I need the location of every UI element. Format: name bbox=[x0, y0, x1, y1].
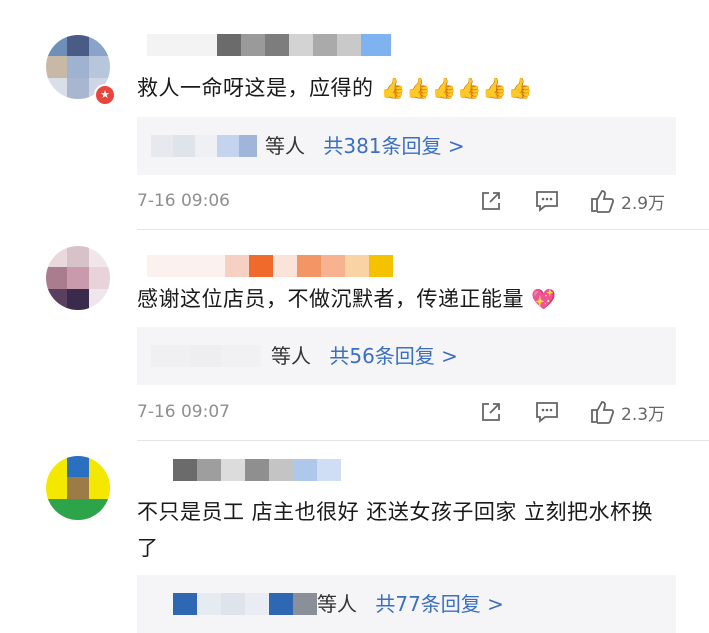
thumbs-up-emoji: 👍👍👍👍👍👍 bbox=[380, 76, 534, 100]
divider bbox=[137, 440, 709, 441]
share-icon bbox=[482, 403, 500, 421]
star-badge-icon: ★ bbox=[94, 84, 116, 106]
reply-summary[interactable]: 等人 共77条回复 > bbox=[137, 575, 676, 633]
replier-names bbox=[151, 345, 261, 367]
view-replies-link[interactable]: 共381条回复 > bbox=[323, 134, 464, 158]
comment-button[interactable] bbox=[534, 188, 560, 214]
comment-time: 7-16 09:06 bbox=[137, 191, 230, 211]
comment-text: 救人一命呀这是，应得的 👍👍👍👍👍👍 bbox=[137, 76, 534, 100]
view-replies-link[interactable]: 共56条回复 > bbox=[329, 344, 458, 368]
comment-text: 感谢这位店员，不做沉默者，传递正能量 💖 bbox=[137, 287, 557, 311]
reply-prefix: 等人 bbox=[317, 592, 357, 616]
reply-prefix: 等人 bbox=[265, 134, 305, 158]
thumbs-up-icon bbox=[591, 401, 615, 424]
thumbs-up-icon bbox=[591, 190, 615, 213]
comment-meta: 7-16 09:06 2.9万 bbox=[137, 186, 677, 216]
comment-button[interactable] bbox=[534, 399, 560, 425]
divider bbox=[137, 229, 709, 230]
comment-meta: 7-16 09:07 2.3万 bbox=[137, 397, 677, 427]
comment-icon bbox=[536, 191, 558, 212]
username[interactable] bbox=[147, 34, 391, 56]
avatar[interactable] bbox=[46, 246, 110, 310]
heart-emoji: 💖 bbox=[531, 287, 557, 311]
like-button[interactable]: 2.9万 bbox=[589, 188, 665, 214]
reply-summary[interactable]: 等人 共56条回复 > bbox=[137, 327, 676, 385]
like-button[interactable]: 2.3万 bbox=[589, 399, 665, 425]
username[interactable] bbox=[173, 459, 341, 481]
like-count: 2.9万 bbox=[621, 193, 666, 214]
share-button[interactable] bbox=[479, 399, 503, 425]
replier-names bbox=[173, 593, 317, 615]
avatar[interactable] bbox=[46, 456, 110, 520]
like-count: 2.3万 bbox=[621, 404, 666, 425]
comment-text: 不只是员工 店主也很好 还送女孩子回家 立刻把水杯换了 bbox=[137, 500, 654, 560]
reply-summary[interactable]: 等人 共381条回复 > bbox=[137, 117, 676, 175]
share-icon bbox=[482, 192, 500, 210]
comment-icon bbox=[536, 402, 558, 423]
comment-time: 7-16 09:07 bbox=[137, 402, 230, 422]
username[interactable] bbox=[147, 255, 393, 277]
replier-names bbox=[151, 135, 257, 157]
reply-prefix: 等人 bbox=[271, 344, 311, 368]
view-replies-link[interactable]: 共77条回复 > bbox=[375, 592, 504, 616]
share-button[interactable] bbox=[479, 188, 503, 214]
